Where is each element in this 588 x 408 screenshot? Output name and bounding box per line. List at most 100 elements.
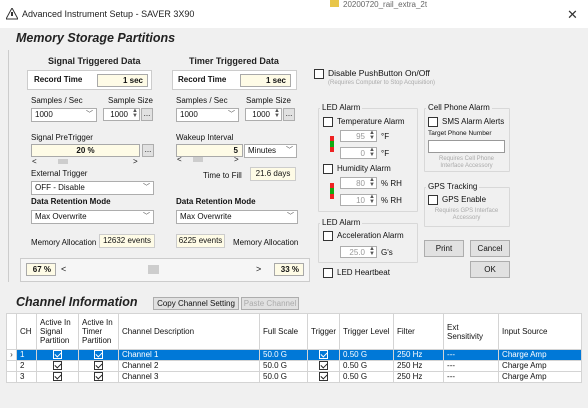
column-header-description[interactable]: Channel Description bbox=[118, 313, 260, 350]
wakeup-scrollbar[interactable] bbox=[185, 157, 233, 162]
gps-enable-checkbox[interactable] bbox=[428, 195, 438, 205]
target-phone-input[interactable] bbox=[428, 140, 505, 153]
cell-full-scale[interactable]: 50.0 G bbox=[259, 349, 308, 361]
cell-signal-active[interactable] bbox=[36, 360, 79, 372]
signal-pretrigger-more-button[interactable]: ... bbox=[142, 144, 154, 157]
ok-button[interactable]: OK bbox=[470, 261, 510, 278]
column-header-ch[interactable]: CH bbox=[16, 313, 37, 350]
hum-high-spinner[interactable]: 80 ▲ ▼ bbox=[340, 177, 377, 189]
checkbox-checked[interactable] bbox=[94, 350, 103, 360]
close-button[interactable]: ✕ bbox=[567, 8, 578, 21]
column-header-trigger-level[interactable]: Trigger Level bbox=[339, 313, 395, 350]
signal-pretrigger-scrollbar[interactable] bbox=[40, 159, 132, 164]
partition-slider-thumb[interactable] bbox=[148, 265, 159, 274]
accel-spinner[interactable]: 25.0 ▲ ▼ bbox=[340, 246, 377, 258]
column-header-signal[interactable]: Active In Signal Partition bbox=[36, 313, 79, 350]
column-header-full-scale[interactable]: Full Scale bbox=[259, 313, 308, 350]
signal-samples-select[interactable]: 1000 ﹀ bbox=[31, 108, 97, 122]
signal-record-time-input[interactable]: 1 sec bbox=[97, 74, 148, 87]
wakeup-scroll-left[interactable]: < bbox=[177, 155, 182, 164]
cell-input-source[interactable]: Charge Amp bbox=[498, 360, 582, 372]
cell-trigger[interactable] bbox=[306, 371, 341, 383]
cell-trigger-level[interactable]: 0.50 G bbox=[339, 349, 395, 361]
temp-low-spinner[interactable]: 0 ▲ ▼ bbox=[340, 147, 377, 159]
cell-full-scale[interactable]: 50.0 G bbox=[259, 371, 308, 383]
signal-pretrigger-input[interactable]: 20 % bbox=[31, 144, 140, 157]
signal-sample-size-spinner[interactable]: 1000 ▲ ▼ bbox=[103, 108, 140, 121]
cell-timer-active[interactable] bbox=[78, 371, 119, 383]
cell-ext-sensitivity[interactable]: --- bbox=[443, 371, 500, 383]
copy-channel-button[interactable]: Copy Channel Setting bbox=[153, 297, 239, 310]
acceleration-alarm-checkbox[interactable] bbox=[323, 231, 333, 241]
cell-trigger[interactable] bbox=[306, 349, 341, 361]
temp-high-spinner[interactable]: 95 ▲ ▼ bbox=[340, 130, 377, 142]
checkbox-checked[interactable] bbox=[94, 361, 103, 371]
table-row[interactable]: 2 Channel 2 50.0 G 0.50 G 250 Hz --- Charge Am… bbox=[6, 360, 582, 372]
cell-trigger[interactable] bbox=[306, 360, 341, 372]
cell-timer-active[interactable] bbox=[78, 349, 119, 361]
cell-ch[interactable]: 2 bbox=[16, 360, 37, 372]
cell-filter[interactable]: 250 Hz bbox=[393, 371, 445, 383]
cell-input-source[interactable]: Charge Amp bbox=[498, 371, 582, 383]
cell-filter[interactable]: 250 Hz bbox=[393, 360, 445, 372]
cell-signal-active[interactable] bbox=[36, 349, 79, 361]
column-header-input-source[interactable]: Input Source bbox=[498, 313, 582, 350]
signal-sample-size-more-button[interactable]: ... bbox=[141, 108, 153, 121]
table-row[interactable]: 3 Channel 3 50.0 G 0.50 G 250 Hz --- Charge Am… bbox=[6, 371, 582, 383]
wakeup-scroll-right[interactable]: > bbox=[234, 155, 239, 164]
checkbox-checked[interactable] bbox=[319, 361, 329, 371]
cell-ch[interactable]: 3 bbox=[16, 371, 37, 383]
cell-ch[interactable]: 1 bbox=[16, 349, 37, 361]
print-button[interactable]: Print bbox=[424, 240, 464, 257]
temperature-alarm-checkbox[interactable] bbox=[323, 117, 333, 127]
scroll-thumb[interactable] bbox=[58, 159, 68, 164]
hum-low-spinner[interactable]: 10 ▲ ▼ bbox=[340, 194, 377, 206]
signal-pretrigger-scroll-right[interactable]: > bbox=[133, 157, 138, 166]
partition-scroll-left[interactable]: < bbox=[61, 264, 66, 274]
checkbox-checked[interactable] bbox=[53, 361, 62, 371]
wakeup-interval-input[interactable]: 5 bbox=[176, 144, 243, 157]
cell-filter[interactable]: 250 Hz bbox=[393, 349, 445, 361]
table-row[interactable]: › 1 Channel 1 50.0 G 0.50 G 250 Hz --- Charge A… bbox=[6, 349, 582, 361]
timer-sample-size-spinner[interactable]: 1000 ▲ ▼ bbox=[245, 108, 282, 121]
cell-trigger-level[interactable]: 0.50 G bbox=[339, 360, 395, 372]
cell-full-scale[interactable]: 50.0 G bbox=[259, 360, 308, 372]
cell-description[interactable]: Channel 1 bbox=[118, 349, 260, 361]
disable-pushbutton-checkbox[interactable] bbox=[314, 69, 324, 79]
cell-description[interactable]: Channel 3 bbox=[118, 371, 260, 383]
checkbox-checked[interactable] bbox=[319, 372, 329, 382]
partition-slider-track[interactable] bbox=[72, 265, 247, 274]
timer-retention-select[interactable]: Max Overwrite ﹀ bbox=[176, 210, 298, 224]
paste-channel-button[interactable]: Paste Channel bbox=[241, 297, 299, 310]
signal-pretrigger-scroll-left[interactable]: < bbox=[32, 157, 37, 166]
column-header-ext-sensitivity[interactable]: Ext Sensitivity bbox=[443, 313, 500, 350]
cell-signal-active[interactable] bbox=[36, 371, 79, 383]
checkbox-checked[interactable] bbox=[53, 372, 62, 382]
cancel-button[interactable]: Cancel bbox=[470, 240, 510, 257]
sms-alarm-checkbox[interactable] bbox=[428, 117, 438, 127]
timer-sample-size-more-button[interactable]: ... bbox=[283, 108, 295, 121]
cell-description[interactable]: Channel 2 bbox=[118, 360, 260, 372]
timer-samples-select[interactable]: 1000 ﹀ bbox=[176, 108, 239, 122]
cell-ext-sensitivity[interactable]: --- bbox=[443, 360, 500, 372]
temperature-alarm-label: Temperature Alarm bbox=[337, 117, 405, 126]
column-header-filter[interactable]: Filter bbox=[393, 313, 445, 350]
cell-ext-sensitivity[interactable]: --- bbox=[443, 349, 500, 361]
cell-input-source[interactable]: Charge Amp bbox=[498, 349, 582, 361]
column-header-timer[interactable]: Active In Timer Partition bbox=[78, 313, 119, 350]
signal-retention-select[interactable]: Max Overwrite ﹀ bbox=[31, 210, 154, 224]
scroll-thumb[interactable] bbox=[193, 157, 203, 162]
checkbox-checked[interactable] bbox=[94, 372, 103, 382]
checkbox-checked[interactable] bbox=[319, 350, 329, 360]
humidity-alarm-checkbox[interactable] bbox=[323, 164, 333, 174]
partition-scroll-right[interactable]: > bbox=[256, 264, 261, 274]
checkbox-checked[interactable] bbox=[53, 350, 62, 360]
cell-timer-active[interactable] bbox=[78, 360, 119, 372]
external-trigger-select[interactable]: OFF - Disable ﹀ bbox=[31, 181, 154, 195]
led-heartbeat-checkbox[interactable] bbox=[323, 268, 333, 278]
table-header-row: CH Active In Signal Partition Active In … bbox=[6, 313, 582, 350]
timer-record-time-input[interactable]: 1 sec bbox=[240, 74, 291, 87]
column-header-trigger[interactable]: Trigger bbox=[306, 313, 341, 350]
cell-trigger-level[interactable]: 0.50 G bbox=[339, 371, 395, 383]
wakeup-unit-select[interactable]: Minutes ﹀ bbox=[244, 144, 297, 158]
